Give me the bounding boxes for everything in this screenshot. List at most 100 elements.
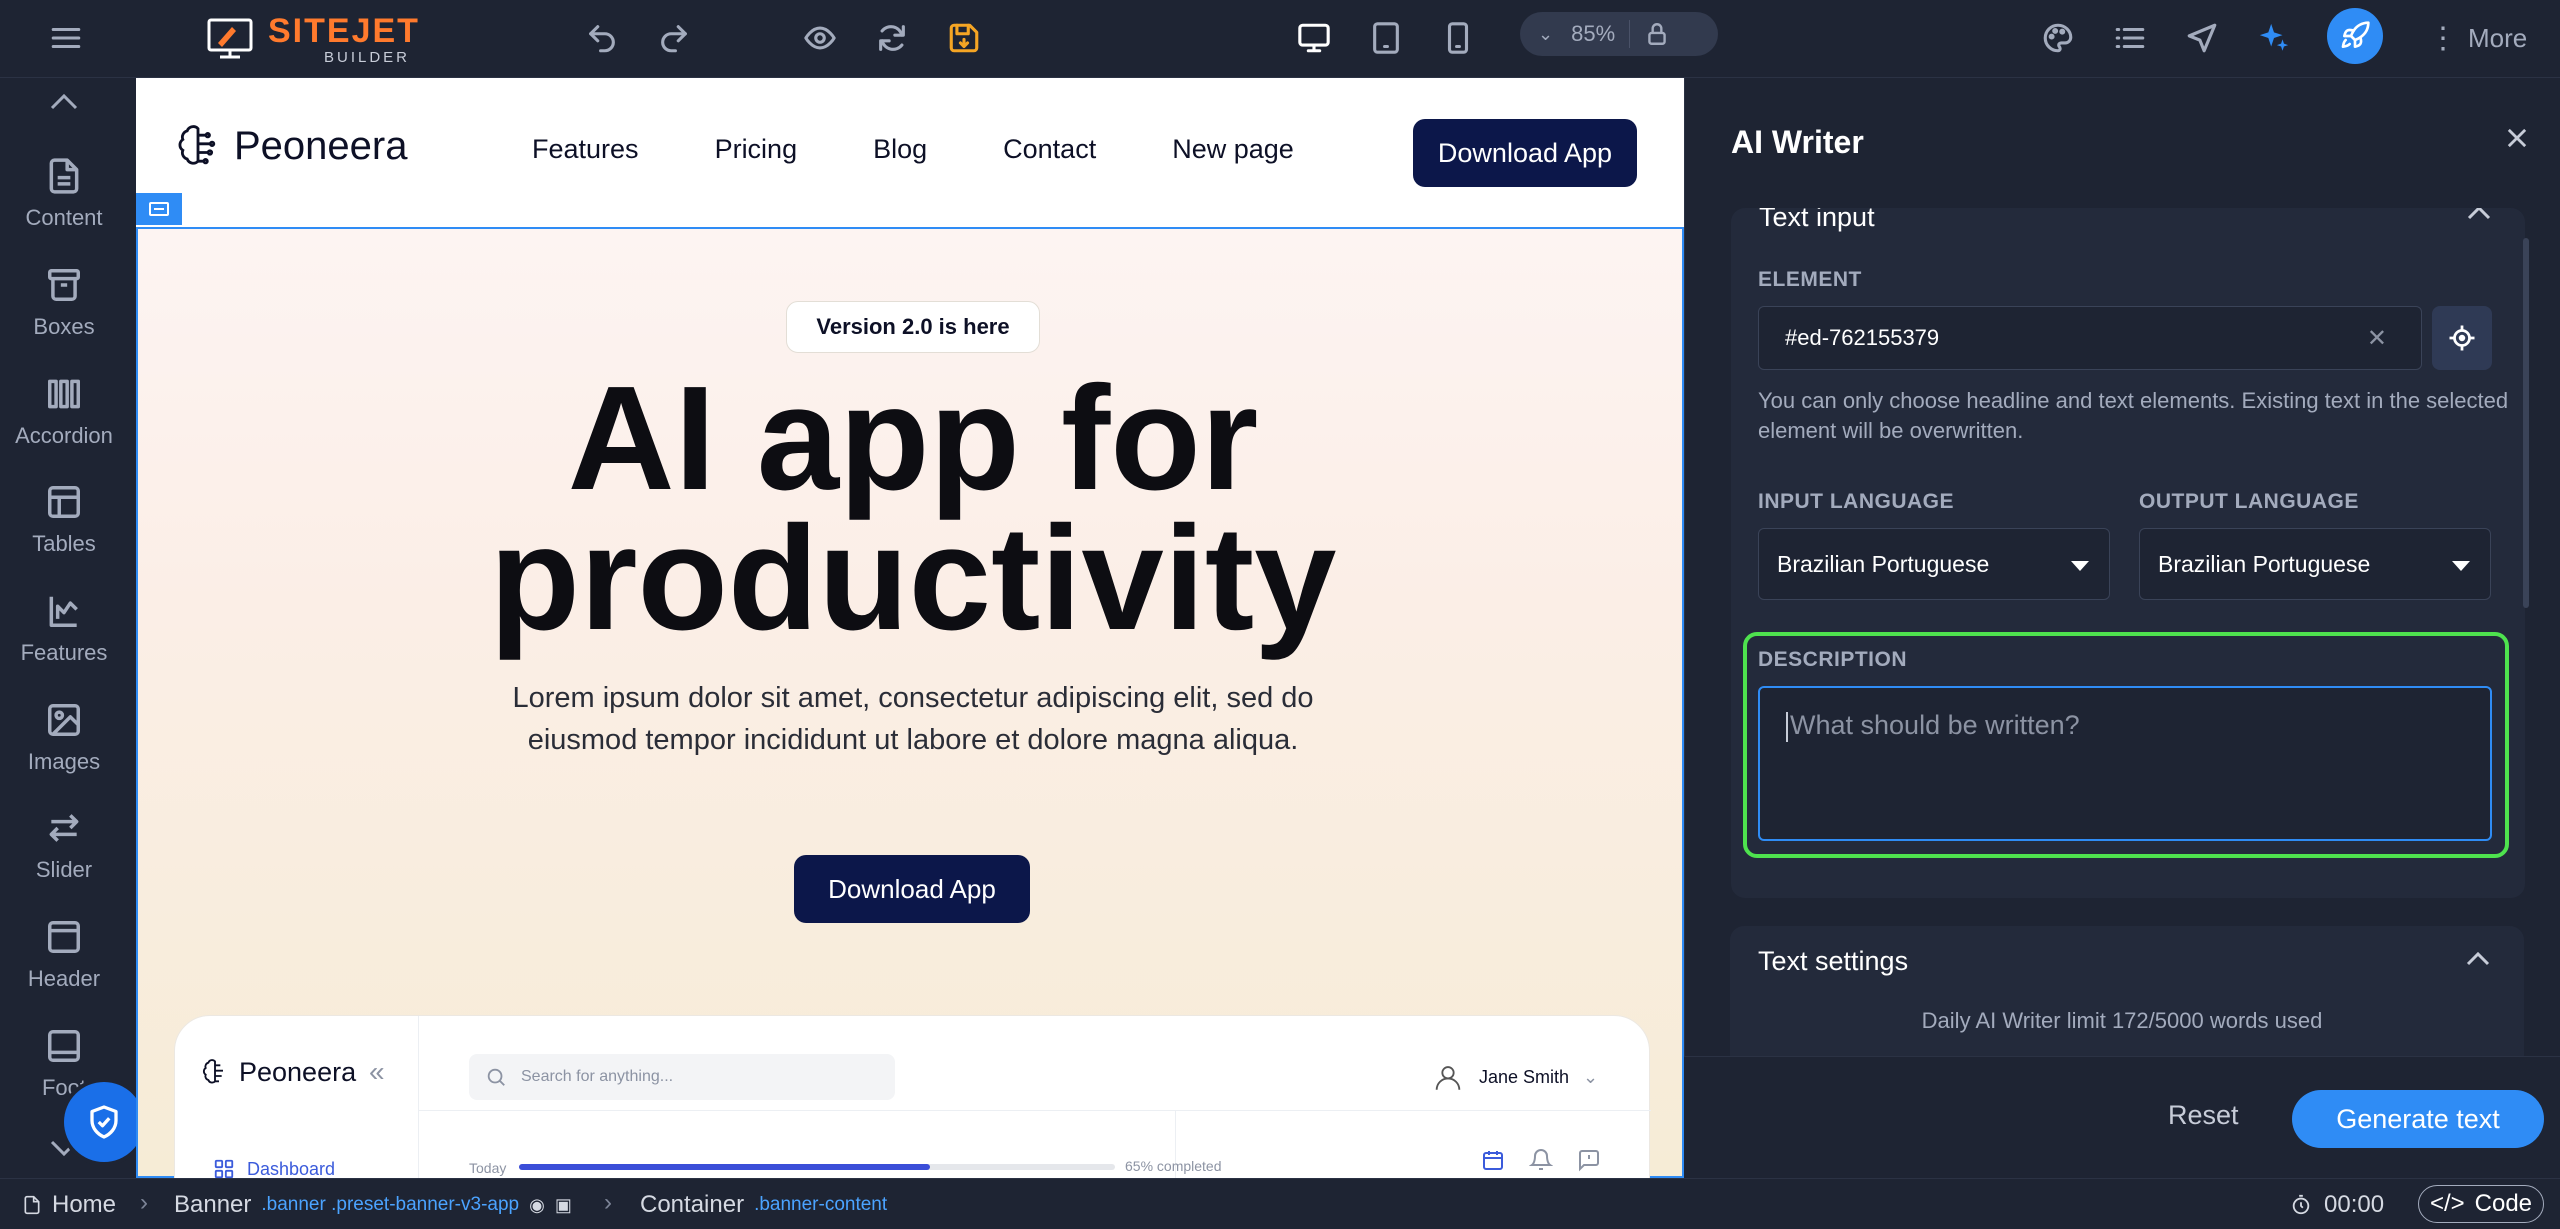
vertical-dots-icon: ⋮ <box>2428 21 2458 55</box>
hero-subtext[interactable]: Lorem ipsum dolor sit amet, consectetur … <box>510 677 1316 761</box>
hamburger-menu-icon[interactable] <box>42 14 90 62</box>
rocket-icon <box>2341 21 2370 48</box>
element-label: ELEMENT <box>1758 268 1862 291</box>
chevron-right-icon: › <box>140 1189 148 1216</box>
panel-scrollbar[interactable] <box>2523 238 2529 608</box>
list-icon[interactable] <box>2106 14 2154 62</box>
timer: 00:00 <box>2290 1191 2384 1219</box>
panel-title: AI Writer <box>1731 124 1864 160</box>
redo-icon[interactable] <box>650 14 698 62</box>
text-settings-title: Text settings <box>1758 946 1909 976</box>
ai-sparkle-icon[interactable] <box>2250 14 2298 62</box>
message-alert-icon <box>1579 1150 1599 1172</box>
code-icon: </> <box>2429 1190 2465 1217</box>
chevron-up-icon[interactable] <box>2465 208 2493 227</box>
publish-rocket-button[interactable] <box>2327 8 2383 64</box>
hero-download-button[interactable]: Download App <box>794 855 1030 923</box>
output-language-label: OUTPUT LANGUAGE <box>2139 490 2359 513</box>
nav-link-new-page[interactable]: New page <box>1172 134 1294 165</box>
search-icon <box>487 1068 505 1086</box>
site-nav-links: Features Pricing Blog Contact New page <box>532 134 1294 165</box>
archive-icon <box>48 269 80 301</box>
editor-canvas[interactable]: Peoneera Features Pricing Blog Contact N… <box>136 78 1684 1178</box>
nav-link-pricing[interactable]: Pricing <box>715 134 798 165</box>
send-navigation-icon[interactable] <box>2178 14 2226 62</box>
sidebar-item-boxes[interactable]: Boxes <box>0 249 128 357</box>
sidebar-item-label: Header <box>27 966 101 991</box>
chevron-up-icon[interactable] <box>44 90 84 119</box>
sidebar-item-slider[interactable]: Slider <box>0 792 128 900</box>
sidebar-item-images[interactable]: Images <box>0 684 128 792</box>
nav-link-features[interactable]: Features <box>532 134 639 165</box>
input-language-label: INPUT LANGUAGE <box>1758 490 1954 513</box>
bell-icon <box>1529 1149 1553 1170</box>
sidebar-item-accordion[interactable]: Accordion <box>0 358 128 466</box>
nav-link-contact[interactable]: Contact <box>1003 134 1096 165</box>
breadcrumb-banner[interactable]: Banner .banner .preset-banner-v3-app ◉ ▣ <box>174 1191 572 1219</box>
sidebar-item-label: Images <box>27 749 101 774</box>
element-picker-button[interactable] <box>2432 306 2492 370</box>
palette-icon[interactable] <box>2034 14 2082 62</box>
mobile-view-icon[interactable] <box>1434 14 1482 62</box>
generate-text-button[interactable]: Generate text <box>2292 1090 2544 1148</box>
element-field[interactable]: #ed-762155379 ✕ <box>1758 306 2422 370</box>
footer-layout-icon <box>48 1030 80 1062</box>
file-icon <box>49 158 79 194</box>
mockup-sidebar: Peoneera « Dashboard <box>175 1016 419 1178</box>
caret-down-icon <box>2071 561 2089 571</box>
undo-icon[interactable] <box>578 14 626 62</box>
sidebar-item-tables[interactable]: Tables <box>0 466 128 574</box>
breadcrumb-banner-classes: .banner .preset-banner-v3-app <box>261 1194 520 1215</box>
element-sidebar: Content Boxes Accordion Tables Features … <box>0 78 136 1178</box>
chevron-right-icon: › <box>604 1189 612 1216</box>
description-textarea[interactable]: What should be written? <box>1758 686 2492 841</box>
breadcrumb-container-class: .banner-content <box>754 1194 888 1215</box>
chevron-up-icon[interactable] <box>2464 950 2492 973</box>
output-language-select[interactable]: Brazilian Portuguese <box>2139 528 2491 600</box>
file-icon <box>24 1195 40 1215</box>
logo-text: SITEJET <box>268 11 420 50</box>
nav-link-blog[interactable]: Blog <box>873 134 927 165</box>
zoom-control[interactable]: ⌄ 85% <box>1520 12 1718 56</box>
sidebar-item-header[interactable]: Header <box>0 901 128 1009</box>
close-icon[interactable] <box>2503 124 2531 157</box>
code-label: Code <box>2474 1190 2533 1217</box>
mockup-progress-bar <box>519 1164 1115 1170</box>
tablet-view-icon[interactable] <box>1362 14 1410 62</box>
input-language-select[interactable]: Brazilian Portuguese <box>1758 528 2110 600</box>
mockup-brand-name: Peoneera <box>239 1056 357 1087</box>
chevron-down-icon[interactable]: ⌄ <box>1538 24 1553 45</box>
text-settings-section[interactable]: Text settings <box>1730 926 2524 1056</box>
sidebar-item-features[interactable]: Features <box>0 575 128 683</box>
grid-icon <box>214 1159 234 1178</box>
hero-headline[interactable]: AI app for productivity <box>338 365 1488 653</box>
preview-eye-icon[interactable] <box>796 14 844 62</box>
calendar-icon <box>1483 1151 1503 1170</box>
reset-button[interactable]: Reset <box>2168 1100 2239 1131</box>
breadcrumb-home[interactable]: Home <box>22 1191 116 1219</box>
palette-icon: ◉ <box>529 1194 545 1215</box>
nav-download-button[interactable]: Download App <box>1413 119 1637 187</box>
code-button[interactable]: </> Code <box>2418 1185 2544 1223</box>
lock-icon[interactable] <box>1644 21 1670 47</box>
security-shield-button[interactable] <box>64 1082 144 1162</box>
more-menu[interactable]: ⋮ More <box>2428 14 2527 62</box>
selected-element-tag[interactable] <box>136 193 182 225</box>
desktop-view-icon[interactable] <box>1290 14 1338 62</box>
sidebar-item-label: Features <box>20 640 108 665</box>
save-icon[interactable] <box>940 14 988 62</box>
description-placeholder: What should be written? <box>1790 710 2080 740</box>
sidebar-item-label: Content <box>25 205 103 230</box>
text-input-section-title[interactable]: Text input <box>1759 208 1875 233</box>
version-badge: Version 2.0 is here <box>786 301 1040 353</box>
breadcrumb: Home › Banner .banner .preset-banner-v3-… <box>0 1178 2560 1229</box>
breadcrumb-container[interactable]: Container .banner-content <box>640 1191 887 1219</box>
clear-icon[interactable]: ✕ <box>2367 324 2387 353</box>
banner-section[interactable]: Version 2.0 is here AI app for productiv… <box>136 227 1684 1178</box>
site-logo[interactable]: Peoneera <box>172 120 407 172</box>
mockup-search: Search for anything... <box>469 1054 895 1100</box>
swap-arrows-icon <box>49 814 79 842</box>
refresh-icon[interactable] <box>868 14 916 62</box>
features-icon <box>49 596 78 627</box>
sidebar-item-content[interactable]: Content <box>0 140 128 248</box>
